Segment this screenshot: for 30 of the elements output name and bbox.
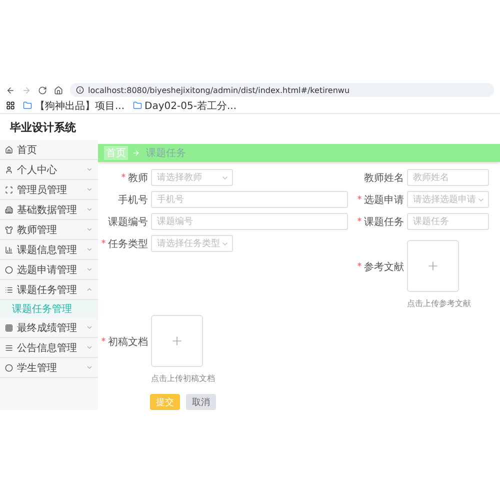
bookmark[interactable]: Day02-05-若工分... xyxy=(144,98,236,112)
input-field[interactable]: 手机号 xyxy=(151,191,348,208)
field-label: 教师姓名 xyxy=(363,172,405,184)
input-field[interactable]: 教师姓名 xyxy=(407,169,489,186)
sidebar-item[interactable]: 学生管理 xyxy=(0,358,98,378)
sidebar-item[interactable]: 管理员管理 xyxy=(0,180,98,200)
field-label: 课题任务 xyxy=(350,214,407,228)
cancel-button[interactable]: 取消 xyxy=(186,394,216,410)
url-text: localhost:8080/biyeshejixitong/admin/dist/index.html#/ketirenwu xyxy=(88,86,350,94)
sidebar-item[interactable]: 教师管理 xyxy=(0,220,98,240)
field-label: 初稿文档 xyxy=(98,315,151,349)
sidebar-item[interactable]: 选题申请管理 xyxy=(0,260,98,280)
input-field[interactable]: 课题编号 xyxy=(151,213,348,230)
bookmark[interactable]: 【狗神出品】项目... xyxy=(35,98,125,112)
upload-hint: 点击上传参考文献 xyxy=(407,298,471,309)
field-label: 课题编号 xyxy=(107,216,149,228)
sidebar-item[interactable]: 公告信息管理 xyxy=(0,338,98,358)
sidebar-item[interactable]: 最终成绩管理 xyxy=(0,318,98,338)
app-title: 毕业设计系统 xyxy=(9,120,77,136)
field-label: 教师 xyxy=(98,170,151,184)
address-bar[interactable]: localhost:8080/biyeshejixitong/admin/dist/index.html#/ketirenwu xyxy=(70,83,494,97)
field-label: 选题申请 xyxy=(350,192,407,206)
sidebar-item[interactable]: 个人中心 xyxy=(0,160,98,180)
field-label: 手机号 xyxy=(117,194,149,206)
field-label: 参考文献 xyxy=(350,240,407,274)
upload-hint: 点击上传初稿文档 xyxy=(151,373,215,384)
field-label: 任务类型 xyxy=(98,236,151,250)
sidebar-item[interactable]: 基础数据管理 xyxy=(0,200,98,220)
sidebar-item[interactable]: 课题信息管理 xyxy=(0,240,98,260)
input-field[interactable]: 课题任务 xyxy=(407,213,489,230)
